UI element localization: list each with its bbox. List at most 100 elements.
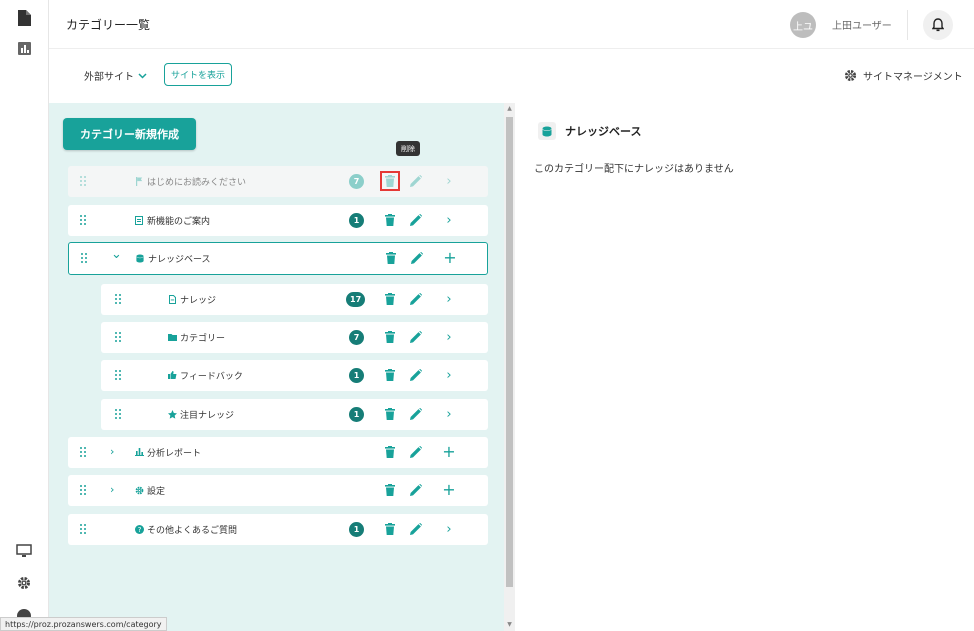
document-icon [134,215,144,225]
subcategory-row[interactable]: フィードバック 1 › [101,360,488,391]
subcategory-row[interactable]: ナレッジ 17 › [101,284,488,315]
thumbs-up-icon [167,370,177,380]
gear-icon[interactable] [14,573,34,593]
chevron-right-icon[interactable]: › [441,521,457,537]
drag-handle-icon[interactable] [80,215,87,226]
database-icon [538,122,556,140]
category-label: 分析レポート [147,449,202,459]
detail-title-label: ナレッジベース [565,125,642,138]
chevron-right-icon[interactable]: › [441,406,457,422]
edit-icon[interactable] [408,212,424,228]
add-icon[interactable]: + [441,444,457,460]
document-icon[interactable] [14,8,34,28]
category-label: 新機能のご案内 [147,217,211,227]
chevron-right-icon[interactable]: › [441,173,457,189]
edit-icon[interactable] [408,482,424,498]
analytics-icon[interactable] [14,38,34,58]
monitor-icon[interactable] [14,541,34,561]
category-label: ナレッジベース [148,255,211,265]
scroll-thumb[interactable] [506,117,513,587]
drag-handle-icon[interactable] [81,253,88,264]
count-badge: 7 [349,330,364,345]
delete-icon[interactable] [382,367,398,383]
drag-handle-icon[interactable] [115,409,122,420]
scroll-up-icon[interactable]: ▲ [506,105,513,113]
gear-icon [844,69,857,82]
add-icon[interactable]: + [441,482,457,498]
delete-icon[interactable] [382,482,398,498]
category-row[interactable]: 新機能のご案内 1 › [68,205,488,236]
avatar[interactable]: 上ユ [790,12,816,38]
drag-handle-icon[interactable] [80,485,87,496]
page-title: カテゴリー一覧 [66,18,151,32]
scroll-down-icon[interactable]: ▼ [506,621,513,629]
count-badge: 1 [349,213,364,228]
header: カテゴリー一覧 上ユ 上田ユーザー [49,0,974,49]
view-site-button[interactable]: サイトを表示 [164,63,233,86]
folder-icon [167,332,177,342]
count-badge: 17 [346,292,366,307]
chevron-right-icon[interactable]: › [441,291,457,307]
add-icon[interactable]: + [442,250,458,266]
edit-icon[interactable] [408,444,424,460]
category-row[interactable]: はじめにお読みください 7 › [68,166,488,197]
edit-icon[interactable] [408,521,424,537]
count-badge: 1 [349,522,364,537]
site-select[interactable]: 外部サイト [84,68,147,83]
edit-icon[interactable] [408,367,424,383]
delete-icon[interactable] [382,406,398,422]
flag-icon [134,176,144,186]
edit-icon[interactable] [409,250,425,266]
category-row[interactable]: ⌄ ナレッジベース + [68,242,488,275]
drag-handle-icon[interactable] [115,370,122,381]
bell-icon[interactable] [923,10,953,40]
star-icon [167,409,177,419]
category-tree-panel: カテゴリー新規作成 削除 はじめにお読みください 7 › 新機能のご案内 1 › ⌄ ナレッジ… [49,103,504,631]
scrollbar[interactable]: ▲ ▼ [504,103,515,631]
edit-icon[interactable] [408,291,424,307]
svg-text:?: ? [137,525,141,534]
chevron-right-icon[interactable]: › [110,483,114,496]
count-badge: 7 [349,174,364,189]
chevron-right-icon[interactable]: › [110,445,114,458]
count-badge: 1 [349,407,364,422]
edit-icon[interactable] [408,173,424,189]
category-row[interactable]: › 設定 + [68,475,488,506]
delete-icon[interactable] [382,329,398,345]
category-row[interactable]: › 分析レポート + [68,437,488,468]
database-icon [135,253,145,263]
category-detail-panel: ナレッジベース このカテゴリー配下にナレッジはありません [515,103,974,631]
chevron-right-icon[interactable]: › [441,367,457,383]
create-category-button[interactable]: カテゴリー新規作成 [63,118,196,150]
username[interactable]: 上田ユーザー [832,17,892,32]
delete-icon[interactable] [380,171,400,191]
drag-handle-icon[interactable] [80,524,87,535]
edit-icon[interactable] [408,406,424,422]
drag-handle-icon[interactable] [115,294,122,305]
chevron-right-icon[interactable]: › [441,329,457,345]
site-management-link[interactable]: サイトマネージメント [844,68,963,83]
site-management-label: サイトマネージメント [863,72,963,83]
category-label: 設定 [147,487,166,497]
delete-icon[interactable] [382,444,398,460]
chevron-right-icon[interactable]: › [441,212,457,228]
delete-icon[interactable] [382,291,398,307]
drag-handle-icon[interactable] [80,447,87,458]
subheader: 外部サイト サイトを表示 サイトマネージメント [49,49,974,103]
edit-icon[interactable] [408,329,424,345]
file-icon [167,294,177,304]
category-label: はじめにお読みください [147,178,247,188]
drag-handle-icon[interactable] [115,332,122,343]
delete-icon[interactable] [382,212,398,228]
chevron-down-icon [138,72,147,79]
drag-handle-icon[interactable] [80,176,87,187]
status-url: https://proz.prozanswers.com/category [0,617,167,631]
subcategory-row[interactable]: カテゴリー 7 › [101,322,488,353]
category-row[interactable]: ? その他よくあるご質問 1 › [68,514,488,545]
category-label: フィードバック [180,372,243,382]
category-label: カテゴリー [180,334,226,344]
subcategory-row[interactable]: 注目ナレッジ 1 › [101,399,488,430]
delete-icon[interactable] [383,250,399,266]
chevron-down-icon[interactable]: ⌄ [111,247,122,262]
delete-icon[interactable] [382,521,398,537]
